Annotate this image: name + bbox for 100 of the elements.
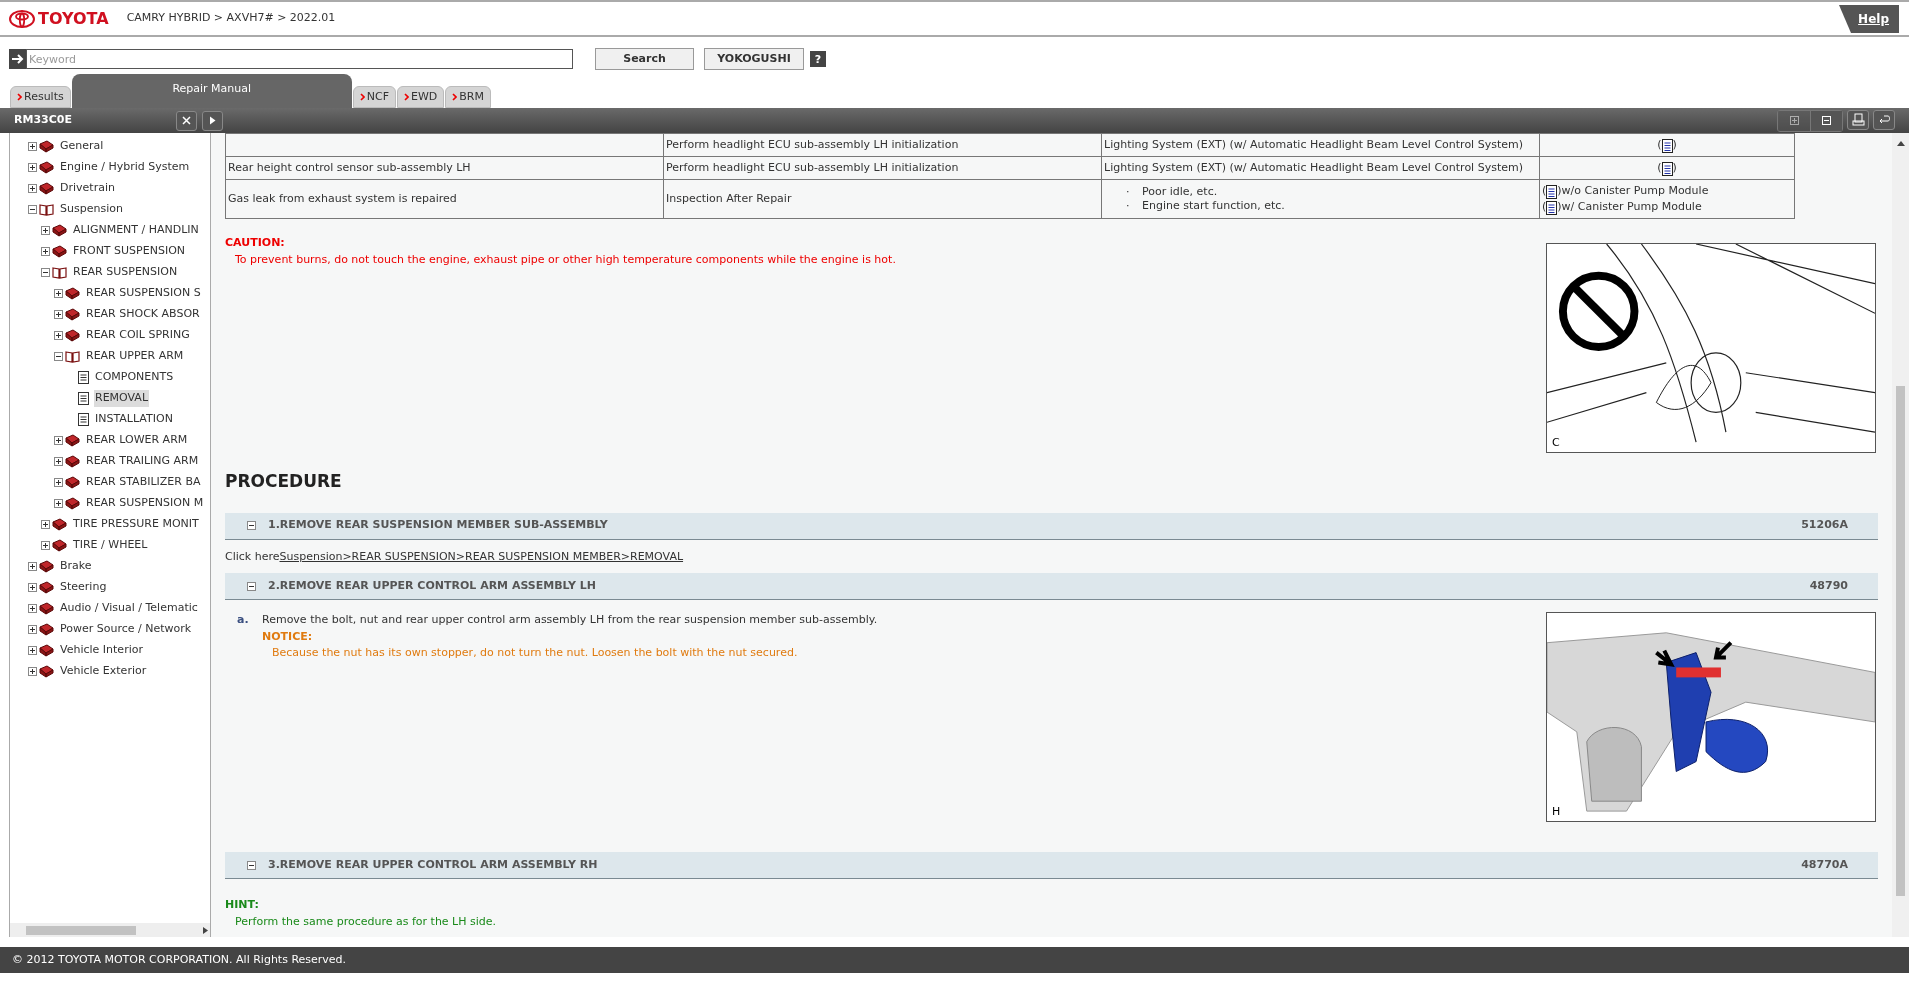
brand-name: TOYOTA <box>38 7 109 30</box>
tree-item[interactable]: TIRE PRESSURE MONIT <box>72 516 200 533</box>
expand-icon[interactable] <box>28 625 37 634</box>
expand-icon[interactable] <box>54 499 63 508</box>
step-header[interactable]: 2.REMOVE REAR UPPER CONTROL ARM ASSEMBLY LH 48790 <box>225 573 1878 600</box>
book-icon <box>65 434 80 447</box>
tree-item[interactable]: REAR UPPER ARM <box>85 348 185 365</box>
yokogushi-button[interactable]: YOKOGUSHI <box>704 48 804 70</box>
tree-item[interactable]: INSTALLATION <box>94 411 174 428</box>
tab[interactable]: Repair Manual <box>71 74 352 108</box>
expand-icon[interactable] <box>41 520 50 529</box>
book-icon <box>52 518 67 531</box>
tab[interactable]: Results <box>10 86 71 108</box>
play-button[interactable] <box>202 110 223 131</box>
tree-item[interactable]: FRONT SUSPENSION <box>72 243 186 260</box>
scroll-up-icon[interactable] <box>1896 141 1905 146</box>
document-link-icon[interactable] <box>1661 139 1673 153</box>
collapse-icon[interactable] <box>28 205 37 214</box>
expand-icon[interactable] <box>28 604 37 613</box>
tree-item[interactable]: REAR TRAILING ARM <box>85 453 200 470</box>
close-icon <box>182 116 191 125</box>
document-icon <box>78 392 89 405</box>
expand-icon[interactable] <box>54 289 63 298</box>
tree-item[interactable]: REAR SUSPENSION M <box>85 495 205 512</box>
expand-icon[interactable] <box>28 646 37 655</box>
vertical-scrollbar[interactable] <box>1892 133 1909 937</box>
tree-item[interactable]: Vehicle Exterior <box>59 663 148 680</box>
tab[interactable]: BRM <box>445 86 491 108</box>
collapse-icon[interactable] <box>41 268 50 277</box>
collapse-all-button[interactable] <box>1810 110 1842 131</box>
tree-item[interactable]: ALIGNMENT / HANDLIN <box>72 222 200 239</box>
tree-item[interactable]: Engine / Hybrid System <box>59 159 191 176</box>
search-button[interactable]: Search <box>595 48 694 70</box>
hint-text: Perform the same procedure as for the LH side. <box>234 913 498 930</box>
close-button[interactable] <box>176 110 197 131</box>
procedure-link[interactable]: Suspension>REAR SUSPENSION>REAR SUSPENSION MEMBER>REMOVAL <box>279 549 684 563</box>
tree-item[interactable]: TIRE / WHEEL <box>72 537 149 554</box>
tree-item[interactable]: REAR SHOCK ABSOR <box>85 306 201 323</box>
expand-icon[interactable] <box>28 184 37 193</box>
tree-item[interactable]: Vehicle Interior <box>59 642 144 659</box>
table-cell: Perform headlight ECU sub-assembly LH initialization <box>663 133 1102 157</box>
chevron-icon <box>404 93 409 101</box>
tree-item[interactable]: Steering <box>59 579 108 596</box>
tree-item[interactable]: REAR LOWER ARM <box>85 432 189 449</box>
tree-item[interactable]: REAR COIL SPRING <box>85 327 191 344</box>
expand-icon[interactable] <box>28 583 37 592</box>
return-button[interactable] <box>1873 109 1895 130</box>
tree-item[interactable]: General <box>59 138 105 155</box>
tree-item[interactable]: REMOVAL <box>94 390 150 407</box>
collapse-icon[interactable] <box>247 860 256 870</box>
expand-icon[interactable] <box>41 247 50 256</box>
link-prefix: Click here <box>225 549 280 563</box>
chevron-icon <box>359 93 365 101</box>
book-icon <box>39 602 54 615</box>
expand-icon[interactable] <box>41 541 50 550</box>
bullet-mark: · <box>1126 199 1131 213</box>
print-button[interactable] <box>1847 109 1869 130</box>
expand-icon[interactable] <box>54 457 63 466</box>
step-code: 51206A <box>1801 517 1849 534</box>
help-link[interactable]: Help <box>1839 5 1899 33</box>
tree-item[interactable]: Power Source / Network <box>59 621 193 638</box>
step-header[interactable]: 3.REMOVE REAR UPPER CONTROL ARM ASSEMBLY RH 48770A <box>225 852 1878 879</box>
tree-item[interactable]: Audio / Visual / Telematic <box>59 600 199 617</box>
expand-icon[interactable] <box>28 562 37 571</box>
bullet-mark: · <box>1126 185 1131 199</box>
step-title: 2.REMOVE REAR UPPER CONTROL ARM ASSEMBLY LH <box>268 577 597 594</box>
tree-item[interactable]: Suspension <box>59 201 124 218</box>
step-header[interactable]: 1.REMOVE REAR SUSPENSION MEMBER SUB-ASSEMBLY 51206A <box>225 512 1878 540</box>
expand-icon[interactable] <box>54 331 63 340</box>
tree-item[interactable]: REAR SUSPENSION S <box>85 285 202 302</box>
expand-icon[interactable] <box>54 478 63 487</box>
table-cell-text: Lighting System (EXT) (w/ Automatic Headlight Beam Level Control System) <box>1104 136 1524 153</box>
expand-icon[interactable] <box>54 310 63 319</box>
document-link-icon[interactable] <box>1546 201 1558 215</box>
scroll-right-icon[interactable] <box>203 926 208 934</box>
paren-text: ( <box>1542 183 1547 199</box>
procedure-heading: PROCEDURE <box>225 470 343 493</box>
expand-icon[interactable] <box>28 163 37 172</box>
tree-item[interactable]: REAR SUSPENSION <box>72 264 179 281</box>
horizontal-scrollbar[interactable] <box>10 923 210 937</box>
collapse-icon[interactable] <box>54 352 63 361</box>
document-link-icon[interactable] <box>1661 162 1673 176</box>
keyword-field[interactable]: Keyword <box>26 49 573 69</box>
help-button[interactable]: ? <box>810 51 826 67</box>
collapse-icon[interactable] <box>247 521 256 530</box>
link-text: )w/o Canister Pump Module <box>1557 183 1709 199</box>
expand-icon[interactable] <box>54 436 63 445</box>
expand-icon[interactable] <box>41 226 50 235</box>
tree-item[interactable]: REAR STABILIZER BA <box>85 474 202 491</box>
document-link-icon[interactable] <box>1546 185 1558 199</box>
tab[interactable]: EWD <box>397 86 445 108</box>
table-cell-text: Lighting System (EXT) (w/ Automatic Headlight Beam Level Control System) <box>1104 159 1524 176</box>
collapse-icon[interactable] <box>247 581 256 591</box>
link-text: ) <box>1672 160 1677 176</box>
tree-item[interactable]: COMPONENTS <box>94 369 175 386</box>
tree-item[interactable]: Brake <box>59 558 93 575</box>
tree-item[interactable]: Drivetrain <box>59 180 116 197</box>
expand-icon[interactable] <box>28 142 37 151</box>
expand-icon[interactable] <box>28 667 37 676</box>
tab[interactable]: NCF <box>352 86 396 108</box>
